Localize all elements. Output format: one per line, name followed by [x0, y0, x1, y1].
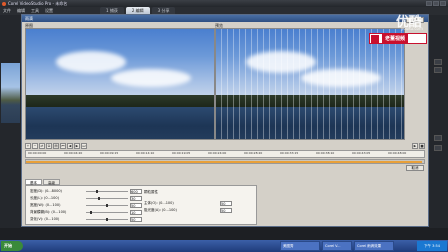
- remove-keyframe-icon[interactable]: −: [32, 142, 38, 149]
- windows-taskbar: 开始 美图秀 Corel V... Corel 雨滴效果 下午 3:54: [0, 240, 448, 252]
- properties-panel: 密度(D): (0...8000) 600 长度(L): (0...100) 3…: [25, 185, 257, 225]
- property-value[interactable]: 10: [130, 210, 142, 215]
- property-value[interactable]: 600: [130, 189, 142, 194]
- channel-badge-text: 老董视频: [382, 34, 409, 44]
- rain-overlay: [216, 29, 404, 139]
- first-keyframe-icon[interactable]: ⏮: [60, 142, 66, 149]
- group-row-label: 阻光度(A): (0...100): [144, 208, 177, 212]
- menu-file[interactable]: 文件: [3, 7, 11, 15]
- property-slider[interactable]: [86, 190, 128, 193]
- group-row: 主体(O): (0...100) 50: [144, 201, 232, 206]
- prev-keyframe-icon[interactable]: ◀: [67, 142, 73, 149]
- property-slider[interactable]: [86, 197, 128, 200]
- add-keyframe-icon[interactable]: +: [25, 142, 31, 149]
- app-logo-icon: [2, 1, 6, 6]
- property-slider[interactable]: [86, 218, 128, 221]
- panel-button[interactable]: [434, 135, 442, 141]
- group-row-value[interactable]: 50: [220, 208, 232, 213]
- keyframe-timeline[interactable]: 00:00:00:00 00:00:04:20 00:00:09:15 00:0…: [25, 150, 425, 158]
- property-slider[interactable]: [86, 204, 128, 207]
- reverse-icon[interactable]: ⇄: [39, 142, 45, 149]
- timeline-tick: 00:00:14:10: [136, 151, 155, 155]
- preview-video: [215, 28, 405, 140]
- channel-logo-icon: [371, 35, 379, 43]
- property-row: 变化(V): (0...100) 50: [30, 217, 142, 222]
- property-value[interactable]: 50: [130, 203, 142, 208]
- minimize-icon[interactable]: [426, 1, 432, 6]
- timeline-tick: 00:00:48:00: [388, 151, 407, 155]
- dialog-title: 雨滴: [22, 15, 428, 22]
- app-title: Corel VideoStudio Pro - 未命名: [8, 1, 68, 6]
- play-icon[interactable]: ▶: [412, 142, 418, 149]
- clip-thumbnail[interactable]: [1, 63, 20, 123]
- timeline-tick: 00:00:24:00: [208, 151, 227, 155]
- scrubber-bar: [26, 161, 422, 163]
- slider-knob[interactable]: [98, 197, 100, 200]
- paste-icon[interactable]: ▤: [53, 142, 59, 149]
- timeline-tick: 00:00:28:20: [244, 151, 263, 155]
- taskbar-clock: 下午 3:54: [417, 241, 447, 251]
- maximize-icon[interactable]: [433, 1, 439, 6]
- property-label: 背景模糊(B): (0...100): [30, 210, 67, 214]
- group-label: 颗粒属性: [144, 190, 158, 194]
- original-video: [25, 28, 215, 140]
- next-keyframe-icon[interactable]: ▶: [74, 142, 80, 149]
- timeline-tick: 00:00:38:10: [316, 151, 335, 155]
- slider-knob[interactable]: [90, 211, 92, 214]
- timeline-scrubber[interactable]: [25, 159, 425, 164]
- last-keyframe-icon[interactable]: ⏭: [81, 142, 87, 149]
- property-row: 宽度(W): (0...100) 50: [30, 203, 142, 208]
- youku-watermark-sub: youku.com: [401, 26, 423, 31]
- timeline-tick: 00:00:19:05: [172, 151, 191, 155]
- property-row: 背景模糊(B): (0...100) 10: [30, 210, 142, 215]
- close-icon[interactable]: [440, 1, 446, 6]
- property-label: 宽度(W): (0...100): [30, 203, 61, 207]
- property-label: 密度(D): (0...8000): [30, 189, 62, 193]
- group-row-label: 主体(O): (0...100): [144, 201, 174, 205]
- property-label: 长度(L): (0...100): [30, 196, 59, 200]
- right-panel: [429, 15, 448, 228]
- slider-knob[interactable]: [106, 218, 108, 221]
- timeline-tick: 00:00:43:05: [352, 151, 371, 155]
- group-row-value[interactable]: 50: [220, 201, 232, 206]
- property-row: 密度(D): (0...8000) 600: [30, 189, 142, 194]
- panel-button[interactable]: [434, 67, 442, 73]
- property-label: 变化(V): (0...100): [30, 217, 60, 221]
- slider-knob[interactable]: [96, 190, 98, 193]
- timeline-tick: 00:00:33:15: [280, 151, 299, 155]
- timeline-tick: 00:00:00:00: [28, 151, 47, 155]
- cancel-button[interactable]: 取消: [406, 165, 424, 171]
- taskbar-item[interactable]: Corel 雨滴效果: [354, 241, 394, 251]
- taskbar-item[interactable]: 美图秀: [280, 241, 320, 251]
- property-row: 长度(L): (0...100) 30: [30, 196, 142, 201]
- window-controls: [426, 1, 446, 6]
- timeline-tick: 00:00:04:20: [64, 151, 83, 155]
- stop-icon[interactable]: ■: [419, 142, 425, 149]
- left-panel: [0, 15, 21, 228]
- property-slider[interactable]: [86, 211, 128, 214]
- timeline-tick: 00:00:09:15: [100, 151, 119, 155]
- start-button[interactable]: 开始: [1, 241, 23, 251]
- group-row: 阻光度(A): (0...100) 50: [144, 208, 232, 213]
- copy-icon[interactable]: ⧉: [46, 142, 52, 149]
- rain-effect-dialog: 雨滴 原图 预览 确定 取消 老董视频 + − ⇄ ⧉ ▤ ⏮ ◀ ▶ ⏭ ▶ …: [21, 14, 429, 227]
- particle-group: 颗粒属性 主体(O): (0...100) 50 阻光度(A): (0...10…: [144, 190, 232, 213]
- channel-badge: 老董视频: [369, 33, 427, 44]
- slider-knob[interactable]: [106, 204, 108, 207]
- app-titlebar: Corel VideoStudio Pro - 未命名: [0, 0, 448, 7]
- playback-controls: + − ⇄ ⧉ ▤ ⏮ ◀ ▶ ⏭ ▶ ■: [25, 142, 425, 149]
- panel-button[interactable]: [434, 145, 442, 151]
- property-value[interactable]: 50: [130, 217, 142, 222]
- panel-button[interactable]: [434, 59, 442, 65]
- taskbar-item[interactable]: Corel V...: [322, 241, 352, 251]
- property-value[interactable]: 30: [130, 196, 142, 201]
